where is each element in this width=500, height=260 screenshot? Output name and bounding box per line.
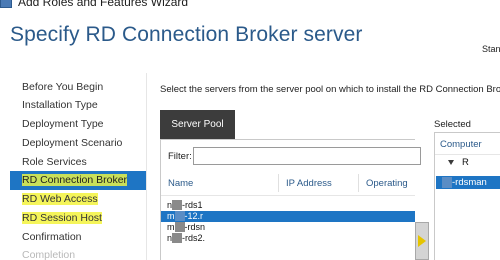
- redaction-mark: [174, 211, 185, 221]
- nav-item-installation-type[interactable]: Installation Type: [22, 99, 98, 112]
- server-name-cell: m -12.r: [167, 211, 204, 221]
- column-divider[interactable]: [358, 174, 359, 192]
- nav-item-rd-connection-broker[interactable]: RD Connection Broker: [22, 174, 128, 187]
- nav-item-rd-web-access[interactable]: RD Web Access: [22, 193, 98, 206]
- redaction-mark: [442, 177, 452, 188]
- destination-server-label: Stanc: [482, 44, 500, 54]
- nav-item-label: RD Web Access: [22, 193, 98, 205]
- nav-item-rd-session-host[interactable]: RD Session Host: [22, 212, 102, 225]
- server-name-cell: n -rds1: [167, 200, 203, 210]
- header-separator: [161, 195, 415, 196]
- nav-item-confirmation[interactable]: Confirmation: [22, 231, 82, 244]
- nav-item-completion: Completion: [22, 249, 76, 260]
- add-server-button[interactable]: [415, 222, 429, 260]
- server-name-cell: m -rdsn: [167, 222, 206, 232]
- redaction-mark: [172, 200, 183, 210]
- tab-server-pool[interactable]: Server Pool: [160, 110, 235, 139]
- redaction-mark: [174, 222, 185, 232]
- table-row[interactable]: n -rds1: [161, 200, 415, 211]
- header-separator: [435, 154, 500, 155]
- table-row[interactable]: n -rds2.: [161, 233, 415, 244]
- instruction-text: Select the servers from the server pool …: [160, 84, 500, 95]
- nav-item-deployment-type[interactable]: Deployment Type: [22, 118, 104, 131]
- selected-server-name: -rdsman: [442, 176, 487, 189]
- filter-label: Filter:: [168, 151, 192, 162]
- table-row[interactable]: m -12.r: [161, 211, 415, 222]
- nav-item-label: RD Session Host: [22, 212, 102, 224]
- arrow-right-icon: [418, 235, 426, 247]
- window-title: Add Roles and Features Wizard: [18, 0, 189, 9]
- column-header-computer[interactable]: Computer: [440, 139, 482, 151]
- column-header-name[interactable]: Name: [168, 178, 193, 190]
- page-title: Specify RD Connection Broker server: [10, 23, 363, 46]
- tree-collapse-icon[interactable]: [448, 160, 454, 165]
- table-row[interactable]: m -rdsn: [161, 222, 415, 233]
- nav-item-label: RD Connection Broker: [22, 174, 128, 186]
- tree-domain-node[interactable]: R: [462, 157, 469, 169]
- wizard-icon: [0, 0, 12, 8]
- selected-server-row[interactable]: -rdsman: [436, 176, 500, 189]
- column-header-operating-system[interactable]: Operating: [366, 178, 408, 190]
- nav-item-role-services[interactable]: Role Services: [22, 156, 87, 169]
- column-header-ip-address[interactable]: IP Address: [286, 178, 332, 190]
- server-name-cell: n -rds2.: [167, 233, 206, 243]
- filter-input[interactable]: [193, 147, 421, 165]
- nav-item-deployment-scenario[interactable]: Deployment Scenario: [22, 137, 122, 150]
- selected-servers-panel: [434, 132, 500, 260]
- nav-divider: [146, 73, 147, 260]
- selected-label: Selected: [434, 119, 471, 130]
- nav-item-before-you-begin[interactable]: Before You Begin: [22, 81, 103, 94]
- redaction-mark: [172, 233, 183, 243]
- column-divider[interactable]: [278, 174, 279, 192]
- window-titlebar: Add Roles and Features Wizard: [0, 0, 500, 11]
